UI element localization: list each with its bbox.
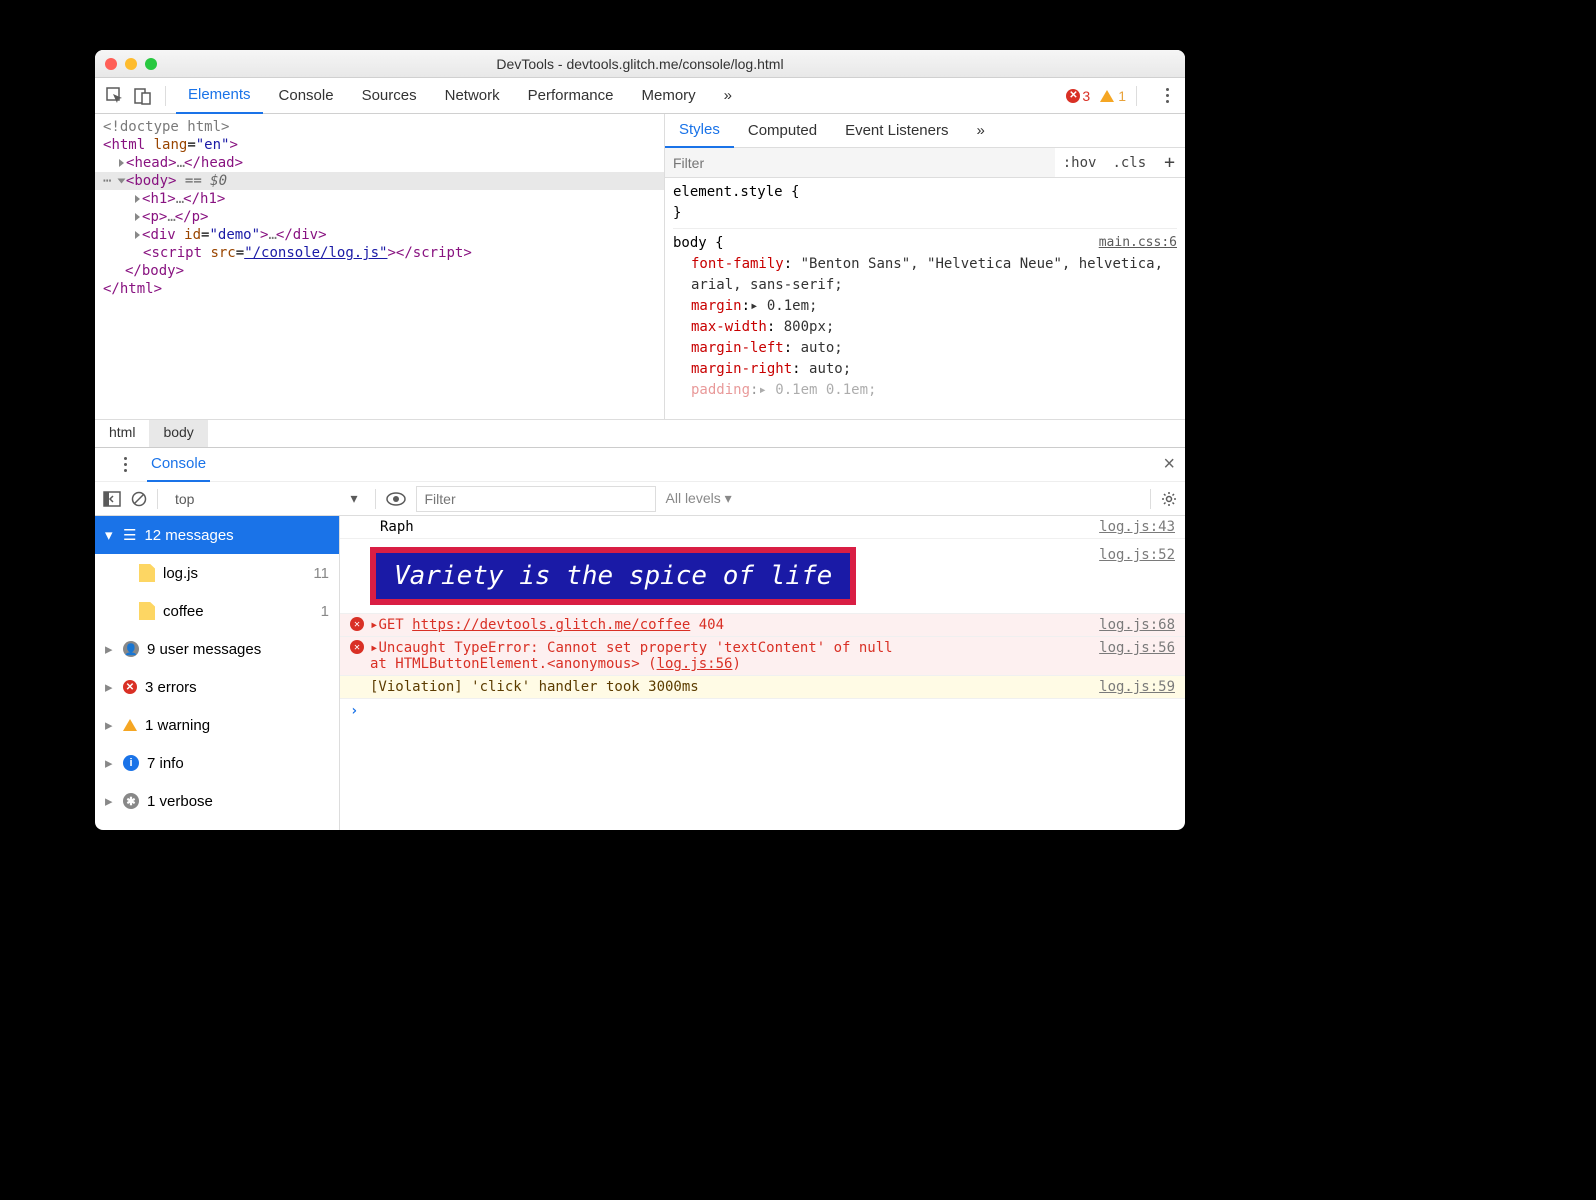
sidebar-errors[interactable]: ▸✕3 errors — [95, 668, 339, 706]
crumb-html[interactable]: html — [95, 420, 149, 447]
console-body: ▾ ☰ 12 messages log.js11 coffee1 ▸👤9 use… — [95, 516, 1185, 830]
hov-toggle[interactable]: :hov — [1055, 155, 1105, 171]
main-tabs: Elements Console Sources Network Perform… — [95, 78, 1185, 114]
subtab-computed[interactable]: Computed — [734, 114, 831, 148]
console-settings-icon[interactable] — [1161, 491, 1177, 507]
source-link[interactable]: log.js:43 — [1099, 519, 1175, 535]
log-message-styled[interactable]: Variety is the spice of life log.js:52 — [340, 539, 1185, 614]
console-prompt[interactable]: › — [340, 699, 1185, 723]
tabs-overflow[interactable]: » — [712, 78, 744, 114]
titlebar: DevTools - devtools.glitch.me/console/lo… — [95, 50, 1185, 78]
tab-sources[interactable]: Sources — [350, 78, 429, 114]
doctype: <!doctype html> — [103, 119, 229, 135]
subtabs-overflow[interactable]: » — [962, 114, 998, 148]
sidebar-info[interactable]: ▸i7 info — [95, 744, 339, 782]
source-link[interactable]: log.js:59 — [1099, 679, 1175, 695]
crumb-body[interactable]: body — [149, 420, 207, 447]
separator — [1136, 86, 1137, 106]
source-link[interactable]: log.js:52 — [1099, 547, 1175, 563]
selected-element[interactable]: ⋯ <body> == $0 — [95, 172, 664, 190]
warning-count-badge[interactable]: 1 — [1100, 88, 1126, 104]
drawer-header: Console × — [95, 448, 1185, 482]
source-link[interactable]: main.css:6 — [1099, 233, 1177, 253]
file-icon — [139, 564, 155, 582]
tab-network[interactable]: Network — [433, 78, 512, 114]
console-messages: Raph log.js:43 Variety is the spice of l… — [340, 516, 1185, 830]
source-link[interactable]: log.js:68 — [1099, 617, 1175, 633]
sidebar-warnings[interactable]: ▸1 warning — [95, 706, 339, 744]
log-levels-dropdown[interactable]: All levels ▾ — [666, 490, 732, 507]
error-icon: ✕ — [123, 680, 137, 694]
styles-pane: Styles Computed Event Listeners » :hov .… — [665, 114, 1185, 419]
console-sidebar: ▾ ☰ 12 messages log.js11 coffee1 ▸👤9 use… — [95, 516, 340, 830]
tab-elements[interactable]: Elements — [176, 78, 263, 114]
drawer-tab-console[interactable]: Console — [147, 448, 210, 482]
expand-icon[interactable] — [135, 213, 140, 221]
styles-filter-row: :hov .cls + — [665, 148, 1185, 178]
subtab-styles[interactable]: Styles — [665, 114, 734, 148]
settings-menu-icon[interactable] — [1157, 88, 1177, 103]
styles-filter-input[interactable] — [665, 148, 1055, 177]
sidebar-user-messages[interactable]: ▸👤9 user messages — [95, 630, 339, 668]
sidebar-verbose[interactable]: ▸✱1 verbose — [95, 782, 339, 820]
error-icon: ✕ — [350, 640, 364, 654]
main-pane: <!doctype html> <html lang="en"> <head>…… — [95, 114, 1185, 419]
devtools-window: DevTools - devtools.glitch.me/console/lo… — [95, 50, 1185, 830]
styles-subtabs: Styles Computed Event Listeners » — [665, 114, 1185, 148]
console-drawer: Console × top▾ All levels ▾ ▾ ☰ 12 messa… — [95, 447, 1185, 830]
expand-icon[interactable] — [135, 195, 140, 203]
violation-message[interactable]: [Violation] 'click' handler took 3000ms … — [340, 676, 1185, 699]
tab-memory[interactable]: Memory — [630, 78, 708, 114]
source-link[interactable]: log.js:56 — [1099, 640, 1175, 656]
sidebar-toggle-icon[interactable] — [103, 491, 121, 507]
warning-icon — [123, 719, 137, 731]
inspect-icon[interactable] — [103, 84, 127, 108]
live-expression-icon[interactable] — [386, 492, 406, 506]
log-message[interactable]: Raph log.js:43 — [340, 516, 1185, 539]
new-style-rule-icon[interactable]: + — [1154, 152, 1185, 173]
element-style-rule: element.style {} — [673, 182, 1177, 224]
cls-toggle[interactable]: .cls — [1104, 155, 1154, 171]
window-title: DevTools - devtools.glitch.me/console/lo… — [95, 56, 1185, 72]
tab-console[interactable]: Console — [267, 78, 346, 114]
collapse-icon[interactable] — [117, 179, 125, 184]
elements-tree[interactable]: <!doctype html> <html lang="en"> <head>…… — [95, 114, 665, 419]
error-icon: ✕ — [1066, 89, 1080, 103]
error-message[interactable]: ✕ ▸Uncaught TypeError: Cannot set proper… — [340, 637, 1185, 676]
styles-rules[interactable]: element.style {} main.css:6 body { font-… — [665, 178, 1185, 405]
error-icon: ✕ — [350, 617, 364, 631]
error-message[interactable]: ✕ ▸GET https://devtools.glitch.me/coffee… — [340, 614, 1185, 637]
user-icon: 👤 — [123, 641, 139, 657]
bug-icon: ✱ — [123, 793, 139, 809]
list-icon: ☰ — [123, 526, 136, 544]
error-count-badge[interactable]: ✕3 — [1066, 88, 1090, 104]
console-filter-input[interactable] — [416, 486, 656, 512]
breadcrumb: html body — [95, 419, 1185, 447]
separator — [165, 86, 166, 106]
drawer-menu-icon[interactable] — [115, 457, 135, 472]
sidebar-all-messages[interactable]: ▾ ☰ 12 messages — [95, 516, 339, 554]
warning-icon — [1100, 90, 1114, 102]
expand-icon[interactable] — [119, 159, 124, 167]
sidebar-file[interactable]: coffee1 — [95, 592, 339, 630]
console-toolbar: top▾ All levels ▾ — [95, 482, 1185, 516]
styled-log-banner: Variety is the spice of life — [370, 547, 856, 605]
expand-icon[interactable] — [135, 231, 140, 239]
sidebar-file[interactable]: log.js11 — [95, 554, 339, 592]
tab-performance[interactable]: Performance — [516, 78, 626, 114]
context-selector[interactable]: top▾ — [168, 487, 365, 510]
info-icon: i — [123, 755, 139, 771]
device-toolbar-icon[interactable] — [131, 84, 155, 108]
close-drawer-icon[interactable]: × — [1163, 453, 1175, 476]
subtab-event-listeners[interactable]: Event Listeners — [831, 114, 962, 148]
clear-console-icon[interactable] — [131, 491, 147, 507]
file-icon — [139, 602, 155, 620]
